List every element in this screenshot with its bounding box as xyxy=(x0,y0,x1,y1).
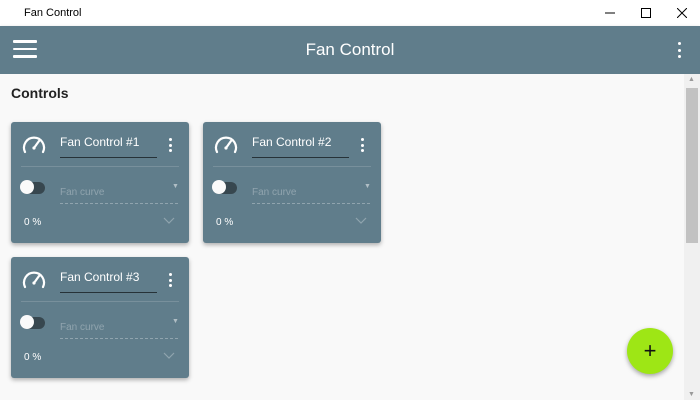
name-underline xyxy=(60,157,157,158)
card-more-icon[interactable] xyxy=(360,138,364,152)
scroll-down-arrow-icon[interactable]: ▼ xyxy=(688,391,695,398)
minimize-button[interactable] xyxy=(592,0,628,26)
speedometer-icon xyxy=(22,271,46,289)
maximize-button[interactable] xyxy=(628,0,664,26)
chevron-down-icon[interactable] xyxy=(355,214,367,226)
speedometer-icon xyxy=(22,136,46,154)
fan-control-name[interactable]: Fan Control #3 xyxy=(60,270,139,284)
plus-icon: + xyxy=(643,338,657,363)
scroll-thumb[interactable] xyxy=(686,88,698,243)
fan-percent: 0 % xyxy=(24,217,42,228)
add-fan-control-button[interactable]: + xyxy=(627,328,673,374)
fan-percent: 0 % xyxy=(24,352,42,363)
card-more-icon[interactable] xyxy=(168,273,172,287)
more-vertical-icon[interactable] xyxy=(674,40,684,60)
card-divider xyxy=(21,301,179,302)
card-divider xyxy=(213,166,371,167)
dropdown-arrow-icon[interactable]: ▼ xyxy=(172,183,179,190)
section-title: Controls xyxy=(11,85,69,101)
fan-curve-select[interactable]: Fan curve xyxy=(60,322,104,333)
close-button[interactable] xyxy=(664,0,700,26)
enable-toggle[interactable] xyxy=(20,180,45,194)
fan-curve-underline xyxy=(252,203,370,204)
main-content: Controls Fan Control #1 Fan curve ▼ 0 % … xyxy=(0,74,684,400)
window-title: Fan Control xyxy=(24,7,82,19)
speedometer-icon xyxy=(214,136,238,154)
name-underline xyxy=(60,292,157,293)
dropdown-arrow-icon[interactable]: ▼ xyxy=(172,318,179,325)
fan-control-name[interactable]: Fan Control #1 xyxy=(60,135,139,149)
fan-control-card: Fan Control #1 Fan curve ▼ 0 % xyxy=(11,122,189,243)
toggle-knob xyxy=(212,180,226,194)
app-title: Fan Control xyxy=(305,40,395,59)
fan-percent: 0 % xyxy=(216,217,234,228)
maximize-icon xyxy=(641,8,651,18)
enable-toggle[interactable] xyxy=(20,315,45,329)
fan-curve-underline xyxy=(60,203,178,204)
toggle-knob xyxy=(20,315,34,329)
card-more-icon[interactable] xyxy=(168,138,172,152)
window-controls xyxy=(592,0,700,26)
vertical-scrollbar[interactable]: ▲ ▼ xyxy=(684,74,700,400)
fan-curve-underline xyxy=(60,338,178,339)
fan-control-name[interactable]: Fan Control #2 xyxy=(252,135,331,149)
minimize-icon xyxy=(605,12,615,14)
fan-control-card: Fan Control #2 Fan curve ▼ 0 % xyxy=(203,122,381,243)
close-icon xyxy=(677,8,687,18)
chevron-down-icon[interactable] xyxy=(163,214,175,226)
dropdown-arrow-icon[interactable]: ▼ xyxy=(364,183,371,190)
fan-curve-select[interactable]: Fan curve xyxy=(252,187,296,198)
chevron-down-icon[interactable] xyxy=(163,349,175,361)
fan-curve-select[interactable]: Fan curve xyxy=(60,187,104,198)
window-titlebar: Fan Control xyxy=(0,0,700,26)
enable-toggle[interactable] xyxy=(212,180,237,194)
card-divider xyxy=(21,166,179,167)
app-bar: Fan Control xyxy=(0,26,700,74)
toggle-knob xyxy=(20,180,34,194)
scroll-up-arrow-icon[interactable]: ▲ xyxy=(688,76,695,83)
fan-control-card: Fan Control #3 Fan curve ▼ 0 % xyxy=(11,257,189,378)
name-underline xyxy=(252,157,349,158)
